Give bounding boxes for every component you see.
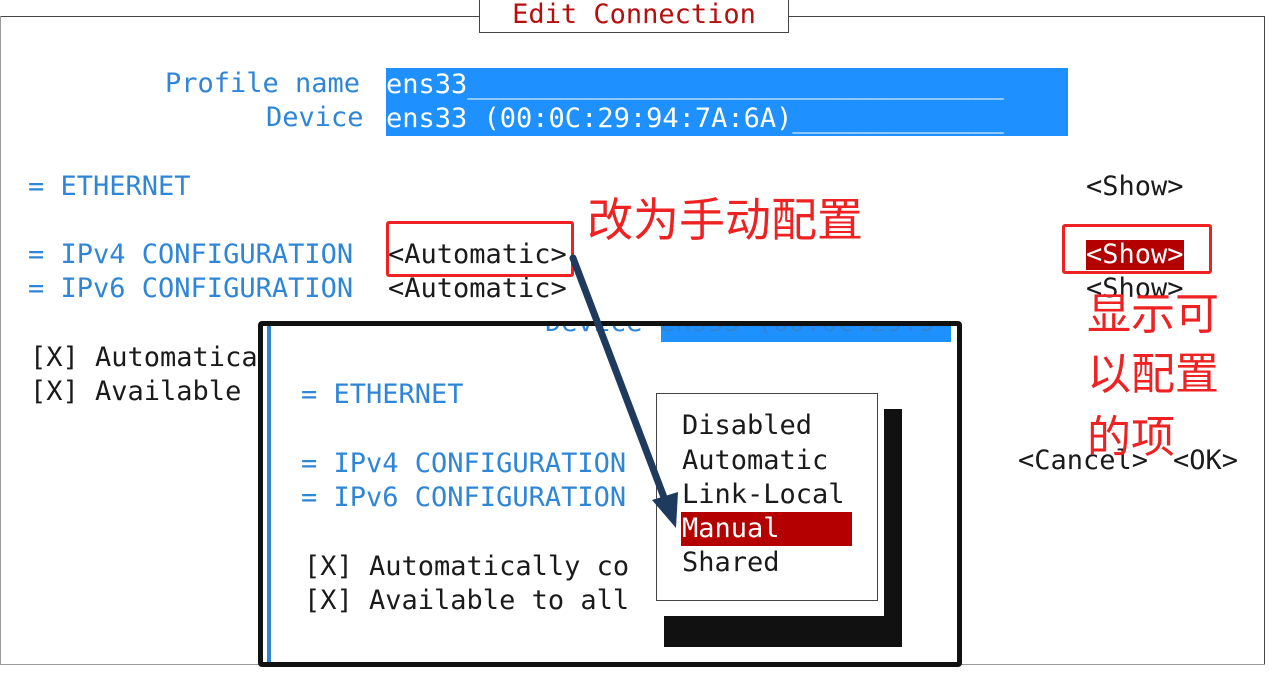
arrow-shaft: [569, 254, 669, 504]
annotation-arrow: [569, 254, 678, 528]
arrow-head-icon: [652, 492, 678, 528]
